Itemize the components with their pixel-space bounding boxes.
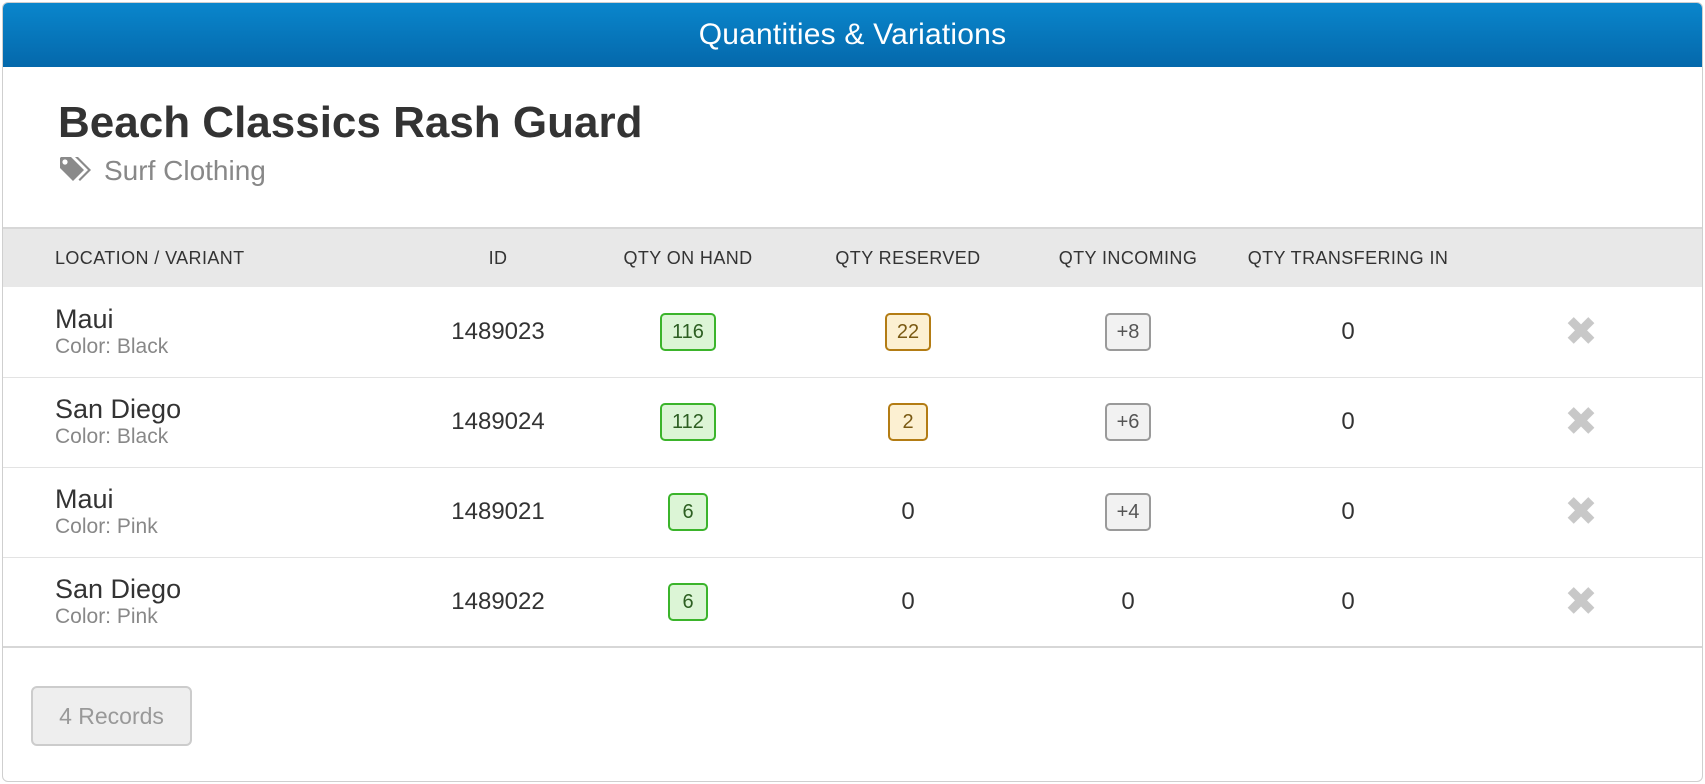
on-hand-badge: 6 bbox=[668, 493, 708, 531]
reserved-badge: 22 bbox=[884, 312, 932, 351]
product-name: Beach Classics Rash Guard bbox=[58, 98, 643, 147]
variations-table: LOCATION / VARIANT ID QTY ON HAND QTY RE… bbox=[3, 229, 1702, 648]
location-variant-cell: San Diego Color: Pink bbox=[3, 557, 418, 647]
incoming-badge: +8 bbox=[1104, 312, 1152, 351]
col-id[interactable]: ID bbox=[418, 229, 578, 287]
table-row[interactable]: Maui Color: Pink 1489021 6 0 +4 0 ✖ bbox=[3, 467, 1702, 557]
records-count-button[interactable]: 4 Records bbox=[31, 686, 192, 746]
location-variant-cell: Maui Color: Pink bbox=[3, 467, 418, 557]
table-footer: 4 Records bbox=[3, 648, 1702, 746]
reserved-cell: 0 bbox=[901, 498, 915, 525]
id-cell: 1489024 bbox=[451, 408, 545, 435]
col-qty-on-hand[interactable]: QTY ON HAND bbox=[578, 229, 798, 287]
incoming-cell: +8 bbox=[1018, 287, 1238, 377]
transfering-in-cell: 0 bbox=[1341, 408, 1355, 435]
product-category: Surf Clothing bbox=[58, 155, 1702, 187]
incoming-cell: +6 bbox=[1018, 377, 1238, 467]
location-name: Maui bbox=[55, 484, 114, 514]
actions-cell: ✖ bbox=[1458, 287, 1702, 377]
id-cell: 1489021 bbox=[451, 498, 545, 525]
id-cell: 1489022 bbox=[451, 587, 545, 615]
table-row[interactable]: San Diego Color: Black 1489024 112 2 +6 … bbox=[3, 377, 1702, 467]
variant-label: Color: Pink bbox=[55, 604, 158, 628]
table-row[interactable]: San Diego Color: Pink 1489022 6 0 0 0 ✖ bbox=[3, 557, 1702, 647]
transfering-in-cell: 0 bbox=[1341, 587, 1355, 615]
col-qty-transfering-in[interactable]: QTY TRANSFERING IN bbox=[1238, 229, 1458, 287]
close-icon[interactable]: ✖ bbox=[1564, 582, 1598, 622]
incoming-badge: +6 bbox=[1104, 403, 1152, 441]
on-hand-cell: 116 bbox=[578, 287, 798, 377]
panel-title: Quantities & Variations bbox=[3, 3, 1702, 67]
actions-cell: ✖ bbox=[1458, 467, 1702, 557]
location-name: San Diego bbox=[55, 394, 182, 424]
on-hand-cell: 112 bbox=[578, 377, 798, 467]
close-icon[interactable]: ✖ bbox=[1564, 492, 1598, 532]
on-hand-badge: 116 bbox=[660, 312, 716, 351]
reserved-cell: 0 bbox=[901, 587, 915, 615]
location-name: Maui bbox=[55, 303, 114, 334]
on-hand-badge: 112 bbox=[660, 403, 716, 441]
close-icon[interactable]: ✖ bbox=[1564, 312, 1598, 352]
reserved-cell: 2 bbox=[798, 377, 1018, 467]
close-icon[interactable]: ✖ bbox=[1564, 402, 1598, 442]
variant-label: Color: Black bbox=[55, 425, 169, 448]
col-actions bbox=[1458, 229, 1702, 287]
location-name: San Diego bbox=[55, 573, 182, 604]
tags-icon bbox=[58, 155, 94, 187]
incoming-cell: 0 bbox=[1121, 587, 1135, 615]
reserved-cell: 22 bbox=[798, 287, 1018, 377]
product-header: Beach Classics Rash Guard Surf Clothing bbox=[3, 67, 1702, 229]
actions-cell: ✖ bbox=[1458, 557, 1702, 647]
incoming-cell: +4 bbox=[1018, 467, 1238, 557]
location-variant-cell: Maui Color: Black bbox=[3, 287, 418, 377]
category-label: Surf Clothing bbox=[104, 155, 266, 186]
variant-label: Color: Pink bbox=[55, 515, 158, 538]
col-qty-reserved[interactable]: QTY RESERVED bbox=[798, 229, 1018, 287]
variant-label: Color: Black bbox=[55, 334, 169, 358]
incoming-badge: +4 bbox=[1104, 493, 1152, 531]
transfering-in-cell: 0 bbox=[1341, 498, 1355, 525]
table-row[interactable]: Maui Color: Black 1489023 116 22 +8 0 ✖ bbox=[3, 287, 1702, 377]
col-location-variant[interactable]: LOCATION / VARIANT bbox=[3, 229, 418, 287]
on-hand-cell: 6 bbox=[578, 557, 798, 647]
on-hand-badge: 6 bbox=[668, 582, 708, 621]
inventory-panel: Quantities & Variations Beach Classics R… bbox=[2, 2, 1703, 782]
col-qty-incoming[interactable]: QTY INCOMING bbox=[1018, 229, 1238, 287]
id-cell: 1489023 bbox=[451, 317, 545, 345]
location-variant-cell: San Diego Color: Black bbox=[3, 377, 418, 467]
table-header-row: LOCATION / VARIANT ID QTY ON HAND QTY RE… bbox=[3, 229, 1702, 287]
reserved-badge: 2 bbox=[888, 403, 928, 441]
actions-cell: ✖ bbox=[1458, 377, 1702, 467]
on-hand-cell: 6 bbox=[578, 467, 798, 557]
transfering-in-cell: 0 bbox=[1341, 317, 1355, 345]
